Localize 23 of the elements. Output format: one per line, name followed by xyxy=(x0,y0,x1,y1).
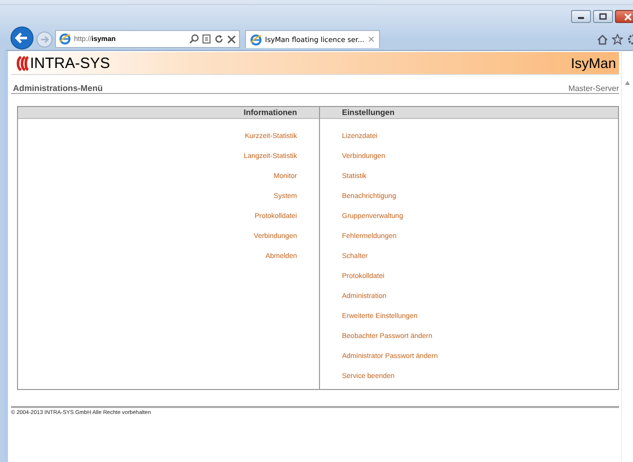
page-title: Administrations-Menü xyxy=(13,83,103,93)
column-heading: Informationen xyxy=(18,107,319,119)
browser-icon xyxy=(59,33,71,45)
close-icon xyxy=(623,12,633,20)
column-heading: Einstellungen xyxy=(320,107,618,119)
browser-icon xyxy=(250,34,262,46)
page-icon[interactable] xyxy=(202,34,211,44)
search-icon[interactable] xyxy=(189,34,199,44)
home-icon[interactable] xyxy=(597,34,608,44)
scrollbar[interactable] xyxy=(621,51,633,462)
logo-icon xyxy=(16,56,29,70)
star-icon[interactable] xyxy=(612,34,623,44)
maximize-icon xyxy=(598,12,608,20)
logo-text: INTRA-SYS xyxy=(30,54,110,72)
tab-close-button[interactable]: × xyxy=(367,34,375,44)
back-button[interactable] xyxy=(10,26,34,50)
scroll-up-icon[interactable] xyxy=(625,81,630,85)
product-name: IsyMan xyxy=(570,55,616,71)
stop-icon[interactable] xyxy=(227,34,236,44)
refresh-icon[interactable] xyxy=(214,34,224,44)
maximize-button[interactable] xyxy=(593,10,613,23)
server-label: Master-Server xyxy=(568,84,619,93)
minimize-button[interactable] xyxy=(571,10,591,23)
